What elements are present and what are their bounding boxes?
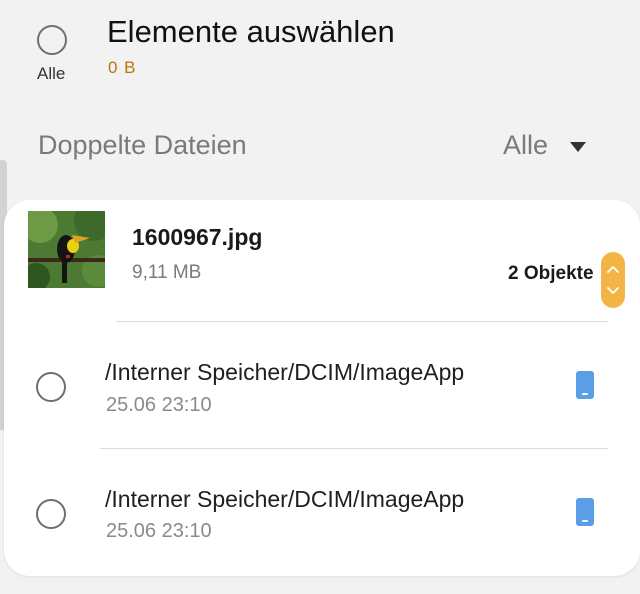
section-title: Doppelte Dateien [38,130,247,160]
item-checkbox[interactable] [36,499,66,529]
filter-value: Alle [503,130,549,160]
expand-collapse-button[interactable] [601,252,625,308]
object-count: 2 Objekte [508,263,594,284]
phone-storage-icon [576,498,594,526]
image-thumbnail[interactable] [28,211,105,288]
page-title: Elemente auswählen [107,14,395,49]
divider [116,321,608,322]
item-checkbox[interactable] [36,372,66,402]
chevron-down-icon [570,141,587,152]
select-all-label: Alle [37,64,66,83]
select-all-checkbox[interactable] [37,25,67,55]
file-timestamp: 25.06 23:10 [106,520,212,542]
file-path: /Interner Speicher/DCIM/ImageApp [105,359,465,385]
phone-storage-icon [576,371,594,399]
selected-size: 0 B [108,58,137,77]
file-size: 9,11 MB [132,262,202,283]
file-timestamp: 25.06 23:10 [106,394,212,416]
filter-dropdown[interactable]: Alle [503,130,587,161]
file-path: /Interner Speicher/DCIM/ImageApp [105,486,465,512]
divider [100,448,608,449]
file-name: 1600967.jpg [132,224,263,250]
duplicate-group-card: 1600967.jpg 9,11 MB 2 Objekte /Interner … [4,200,640,576]
